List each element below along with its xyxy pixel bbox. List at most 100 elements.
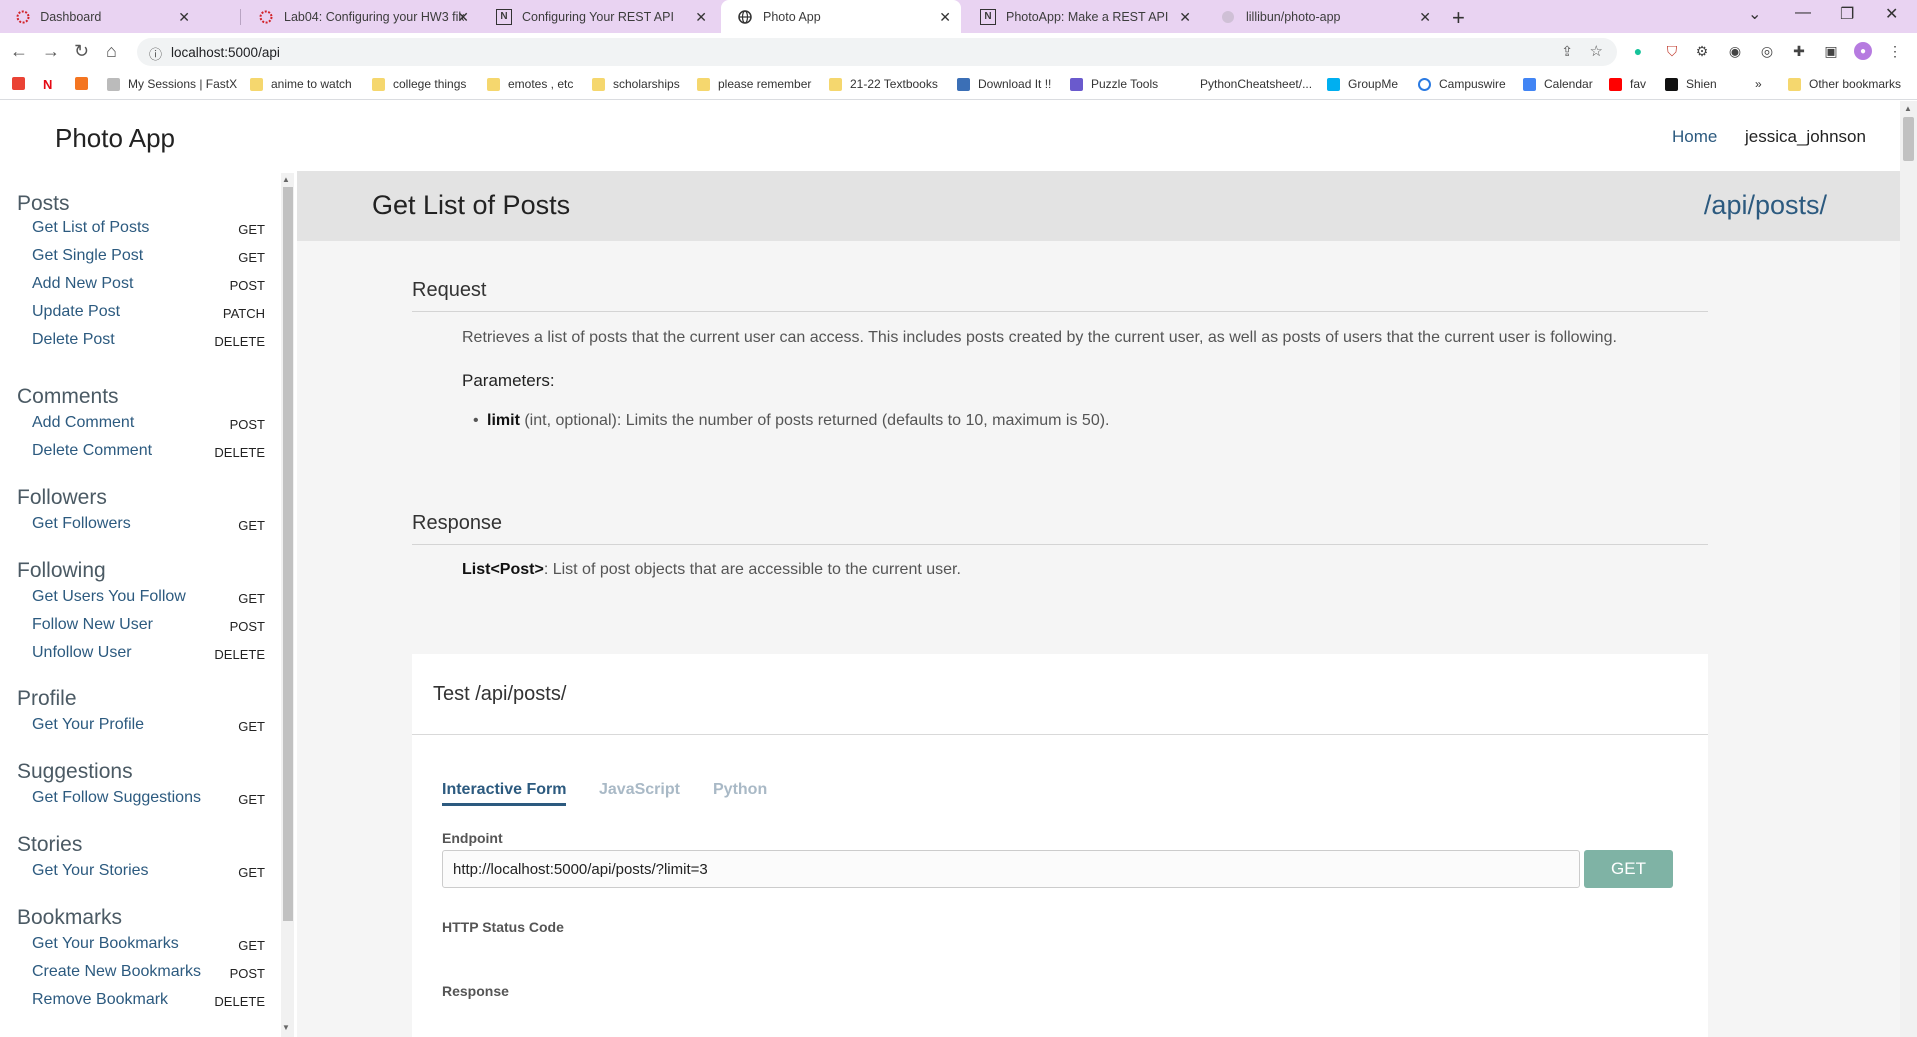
verb-badge: GET bbox=[238, 865, 265, 880]
star-icon[interactable]: ☆ bbox=[1590, 42, 1603, 60]
page-scrollbar-thumb[interactable] bbox=[1903, 117, 1914, 161]
app-brand[interactable]: Photo App bbox=[55, 123, 175, 154]
tab-lab04[interactable]: Lab04: Configuring your HW3 file ✕ bbox=[242, 0, 479, 33]
sidebar-item-get-list-of-posts[interactable]: Get List of Posts bbox=[32, 219, 149, 237]
bookmark-anime[interactable]: anime to watch bbox=[250, 77, 352, 91]
sidebar-item-get-follow-suggestions[interactable]: Get Follow Suggestions bbox=[32, 789, 201, 807]
bookmark-shien[interactable]: Shien bbox=[1665, 77, 1717, 91]
sidebar-item-get-single-post[interactable]: Get Single Post bbox=[32, 247, 143, 265]
tab-python[interactable]: Python bbox=[713, 781, 767, 799]
gmail-icon[interactable] bbox=[12, 77, 33, 90]
home-icon[interactable]: ⌂ bbox=[106, 41, 117, 62]
verb-badge: DELETE bbox=[214, 647, 265, 662]
sidepanel-icon[interactable]: ▣ bbox=[1822, 42, 1840, 60]
bookmark-download[interactable]: Download It !! bbox=[957, 77, 1051, 91]
bookmark-python-cheatsheet[interactable]: PythonCheatsheet/... bbox=[1200, 77, 1312, 91]
sidebar-item-add-new-post[interactable]: Add New Post bbox=[32, 275, 133, 293]
forward-icon[interactable]: → bbox=[42, 41, 60, 62]
sidebar-item-get-followers[interactable]: Get Followers bbox=[32, 515, 131, 533]
minimize-icon[interactable]: — bbox=[1795, 4, 1811, 22]
scroll-up-icon[interactable]: ▲ bbox=[1904, 104, 1912, 113]
verb-badge: DELETE bbox=[214, 445, 265, 460]
sidebar-item-update-post[interactable]: Update Post bbox=[32, 303, 120, 321]
nav-username[interactable]: jessica_johnson bbox=[1745, 127, 1866, 147]
page-scrollbar[interactable] bbox=[1900, 101, 1917, 1037]
tab-javascript[interactable]: JavaScript bbox=[599, 781, 680, 799]
tab-title: PhotoApp: Make a REST API bbox=[1006, 9, 1169, 24]
address-bar-row: ← → ↻ ⌂ ⓘ localhost:5000/api ⇪ ☆ ● ⛉ ⚙ ◉… bbox=[0, 33, 1917, 70]
more-bookmarks-icon[interactable]: » bbox=[1755, 77, 1762, 91]
bookmark-emotes[interactable]: emotes , etc bbox=[487, 77, 573, 91]
scroll-down-icon[interactable]: ▼ bbox=[282, 1023, 290, 1032]
endpoint-label: Endpoint bbox=[442, 830, 503, 846]
url-field[interactable]: ⓘ localhost:5000/api ⇪ ☆ bbox=[137, 38, 1617, 66]
tab-configuring[interactable]: N Configuring Your REST API ✕ bbox=[480, 0, 717, 33]
bookmark-groupme[interactable]: GroupMe bbox=[1327, 77, 1398, 91]
close-icon[interactable]: ✕ bbox=[695, 9, 707, 26]
netflix-icon[interactable]: N bbox=[43, 77, 52, 92]
sidebar-item-delete-post[interactable]: Delete Post bbox=[32, 331, 115, 349]
extension-h-icon[interactable]: ◉ bbox=[1726, 42, 1744, 60]
bookmark-scholarships[interactable]: scholarships bbox=[592, 77, 680, 91]
tab-search-icon[interactable]: ⌄ bbox=[1748, 4, 1761, 24]
grammarly-icon[interactable]: ● bbox=[1629, 42, 1647, 60]
menu-icon[interactable]: ⋮ bbox=[1886, 42, 1904, 60]
sidebar-scrollbar-thumb[interactable] bbox=[283, 187, 293, 921]
bookmark-college[interactable]: college things bbox=[372, 77, 466, 91]
extension-w-icon[interactable]: ◎ bbox=[1758, 42, 1776, 60]
sidebar-item-get-your-stories[interactable]: Get Your Stories bbox=[32, 862, 149, 880]
new-tab-icon[interactable]: + bbox=[1452, 5, 1465, 31]
nav-home-link[interactable]: Home bbox=[1672, 127, 1717, 147]
close-icon[interactable]: ✕ bbox=[457, 9, 469, 26]
close-icon[interactable]: ✕ bbox=[1179, 9, 1191, 26]
sidebar-item-follow-new-user[interactable]: Follow New User bbox=[32, 616, 153, 634]
sidebar-item-add-comment[interactable]: Add Comment bbox=[32, 414, 134, 432]
bookmark-fastx[interactable]: My Sessions | FastX bbox=[107, 77, 237, 91]
parameters-heading: Parameters: bbox=[462, 371, 555, 390]
window-close-icon[interactable]: ✕ bbox=[1885, 4, 1898, 24]
share-icon[interactable]: ⇪ bbox=[1561, 43, 1573, 60]
http-status-label: HTTP Status Code bbox=[442, 919, 564, 935]
bookmark-textbooks[interactable]: 21-22 Textbooks bbox=[829, 77, 938, 91]
tab-github[interactable]: lillibun/photo-app ✕ bbox=[1204, 0, 1441, 33]
close-icon[interactable]: ✕ bbox=[1419, 9, 1431, 26]
back-icon[interactable]: ← bbox=[10, 41, 28, 62]
avatar[interactable]: ● bbox=[1854, 42, 1872, 60]
bookmark-please-remember[interactable]: please remember bbox=[697, 77, 811, 91]
endpoint-input[interactable]: http://localhost:5000/api/posts/?limit=3 bbox=[442, 850, 1580, 888]
puzzle-icon[interactable]: ✚ bbox=[1790, 42, 1808, 60]
sidebar-section-posts: Posts bbox=[17, 192, 70, 215]
tab-interactive-form[interactable]: Interactive Form bbox=[442, 781, 567, 806]
sidebar-section-stories: Stories bbox=[17, 833, 83, 856]
sidebar-item-delete-comment[interactable]: Delete Comment bbox=[32, 442, 152, 460]
restore-icon[interactable]: ❐ bbox=[1840, 4, 1854, 24]
test-panel-title: Test /api/posts/ bbox=[433, 683, 567, 705]
sidebar-item-create-new-bookmarks[interactable]: Create New Bookmarks bbox=[32, 963, 201, 981]
close-icon[interactable]: ✕ bbox=[178, 9, 190, 26]
url-text: localhost:5000/api bbox=[171, 45, 280, 60]
ublock-icon[interactable]: ⛉ bbox=[1663, 42, 1681, 60]
bookmark-other[interactable]: Other bookmarks bbox=[1788, 77, 1901, 91]
bookmark-puzzle-tools[interactable]: Puzzle Tools bbox=[1070, 77, 1158, 91]
tab-photoapp-rest[interactable]: N PhotoApp: Make a REST API ✕ bbox=[964, 0, 1201, 33]
sidebar-item-remove-bookmark[interactable]: Remove Bookmark bbox=[32, 991, 168, 1009]
reload-icon[interactable]: ↻ bbox=[74, 41, 89, 62]
tab-dashboard[interactable]: Dashboard ✕ bbox=[0, 0, 200, 33]
close-icon[interactable]: ✕ bbox=[939, 9, 951, 26]
sidebar-item-unfollow-user[interactable]: Unfollow User bbox=[32, 644, 132, 662]
info-icon[interactable]: ⓘ bbox=[149, 44, 162, 63]
scroll-up-icon[interactable]: ▲ bbox=[282, 175, 290, 184]
bookmark-calendar[interactable]: Calendar bbox=[1523, 77, 1593, 91]
bookmark-fav[interactable]: fav bbox=[1609, 77, 1646, 91]
bookmark-campuswire[interactable]: Campuswire bbox=[1418, 77, 1506, 91]
canvas-icon bbox=[16, 9, 30, 25]
get-button[interactable]: GET bbox=[1584, 850, 1673, 888]
crunchyroll-icon[interactable] bbox=[75, 77, 96, 90]
sidebar-item-get-your-profile[interactable]: Get Your Profile bbox=[32, 716, 144, 734]
tab-photo-app[interactable]: Photo App ✕ bbox=[721, 0, 961, 33]
verb-badge: GET bbox=[238, 250, 265, 265]
sidebar-item-get-users-you-follow[interactable]: Get Users You Follow bbox=[32, 588, 186, 606]
tab-divider bbox=[240, 9, 241, 25]
gear-icon[interactable]: ⚙ bbox=[1693, 42, 1711, 60]
sidebar-item-get-your-bookmarks[interactable]: Get Your Bookmarks bbox=[32, 935, 179, 953]
